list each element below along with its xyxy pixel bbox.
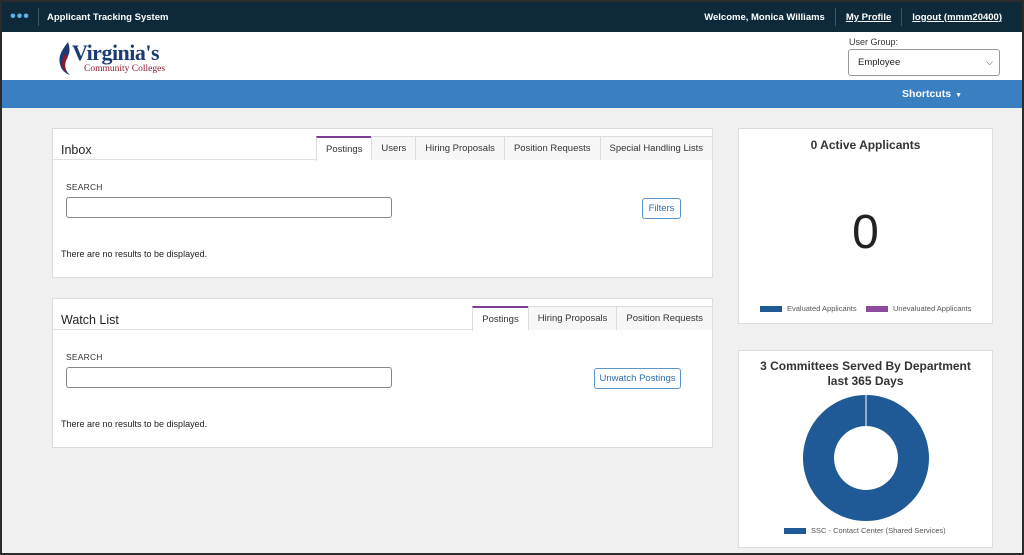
user-group-value: Employee bbox=[858, 57, 901, 68]
tab-hiring-proposals[interactable]: Hiring Proposals bbox=[415, 136, 504, 160]
tab-postings[interactable]: Postings bbox=[472, 306, 528, 331]
tab-special-handling-lists[interactable]: Special Handling Lists bbox=[599, 136, 712, 160]
inbox-no-results: There are no results to be displayed. bbox=[61, 249, 208, 259]
active-applicants-count: 0 bbox=[852, 206, 879, 259]
logo-subtitle: Community Colleges bbox=[84, 64, 166, 74]
inbox-title: Inbox bbox=[61, 143, 92, 157]
watchlist-panel: Watch List Postings Hiring Proposals Pos… bbox=[52, 298, 713, 448]
active-applicants-title: 0 Active Applicants bbox=[810, 138, 921, 152]
legend-ssc[interactable]: SSC - Contact Center (Shared Services) bbox=[784, 526, 946, 535]
my-profile-link[interactable]: My Profile bbox=[836, 12, 901, 23]
watchlist-no-results: There are no results to be displayed. bbox=[61, 419, 208, 429]
app-title: Applicant Tracking System bbox=[47, 11, 169, 23]
user-group-select[interactable]: Employee ⌵ bbox=[848, 49, 1000, 76]
legend-evaluated[interactable]: Evaluated Applicants bbox=[760, 304, 857, 313]
legend-label: SSC - Contact Center (Shared Services) bbox=[811, 526, 946, 535]
vccs-logo[interactable]: Virginia's Community Colleges bbox=[58, 40, 178, 80]
shortcuts-label: Shortcuts bbox=[902, 88, 952, 100]
committees-widget: 3 Committees Served By Department last 3… bbox=[738, 350, 993, 548]
tab-users[interactable]: Users bbox=[371, 136, 416, 160]
watchlist-header: Watch List Postings Hiring Proposals Pos… bbox=[53, 299, 712, 331]
caret-down-icon: ▼ bbox=[955, 92, 962, 99]
chevron-down-icon: ⌵ bbox=[986, 57, 993, 67]
logo-name: Virginia's bbox=[72, 40, 160, 65]
legend-label: Unevaluated Applicants bbox=[893, 304, 972, 313]
watchlist-tabs: Postings Hiring Proposals Position Reque… bbox=[472, 306, 712, 331]
unwatch-postings-button[interactable]: Unwatch Postings bbox=[594, 368, 681, 389]
search-label: SEARCH bbox=[66, 352, 103, 362]
inbox-search-input[interactable] bbox=[66, 197, 392, 218]
header: Virginia's Community Colleges User Group… bbox=[2, 32, 1022, 80]
shortcuts-dropdown[interactable]: Shortcuts ▼ bbox=[902, 88, 962, 100]
app-window: ••• Applicant Tracking System Welcome, M… bbox=[2, 2, 1022, 553]
committees-title: 3 Committees Served By Department last 3… bbox=[760, 359, 971, 388]
legend-swatch bbox=[760, 305, 782, 312]
search-label: SEARCH bbox=[66, 182, 103, 192]
top-bar: ••• Applicant Tracking System Welcome, M… bbox=[2, 2, 1022, 32]
legend-label: Evaluated Applicants bbox=[787, 304, 857, 313]
inbox-panel: Inbox Postings Users Hiring Proposals Po… bbox=[52, 128, 713, 278]
watchlist-title: Watch List bbox=[61, 313, 119, 327]
user-group-label: User Group: bbox=[849, 37, 899, 47]
logout-link[interactable]: logout (mmm20400) bbox=[902, 12, 1012, 23]
menu-dots-icon[interactable]: ••• bbox=[2, 2, 38, 32]
welcome-text: Welcome, Monica Williams bbox=[704, 11, 825, 23]
legend-unevaluated[interactable]: Unevaluated Applicants bbox=[866, 304, 971, 313]
legend-swatch bbox=[784, 527, 806, 534]
user-links: Welcome, Monica Williams My Profile logo… bbox=[704, 8, 1022, 26]
tab-hiring-proposals[interactable]: Hiring Proposals bbox=[527, 306, 617, 330]
inbox-header: Inbox Postings Users Hiring Proposals Po… bbox=[53, 129, 712, 161]
tab-position-requests[interactable]: Position Requests bbox=[503, 136, 600, 160]
tab-postings[interactable]: Postings bbox=[315, 136, 372, 161]
shortcut-bar: Shortcuts ▼ bbox=[2, 80, 1022, 108]
filters-button[interactable]: Filters bbox=[642, 198, 681, 219]
tab-position-requests[interactable]: Position Requests bbox=[616, 306, 712, 330]
committees-donut-chart bbox=[802, 395, 929, 521]
inbox-tabs: Postings Users Hiring Proposals Position… bbox=[315, 136, 712, 161]
watchlist-search-input[interactable] bbox=[66, 367, 392, 388]
legend-swatch bbox=[866, 305, 888, 312]
active-applicants-widget: 0 Active Applicants 0 Evaluated Applican… bbox=[738, 128, 993, 324]
